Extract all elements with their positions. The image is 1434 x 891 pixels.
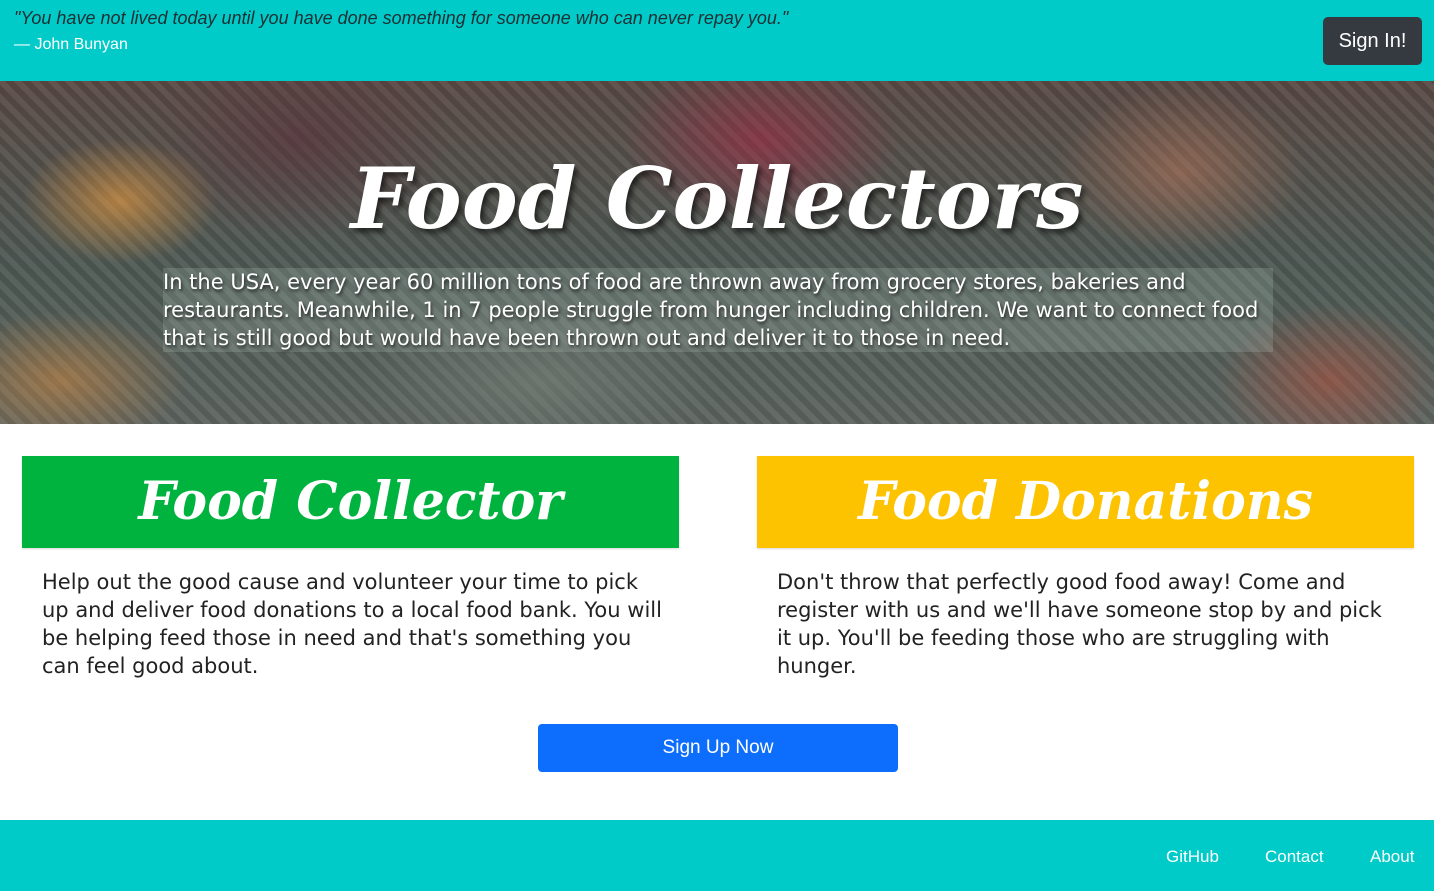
- food-donations-description: Don't throw that perfectly good food awa…: [777, 570, 1382, 678]
- header-quote: "You have not lived today until you have…: [14, 8, 789, 28]
- sign-up-now-button[interactable]: Sign Up Now: [538, 724, 898, 772]
- hero-title: Food Collectors: [350, 149, 1084, 248]
- footer-link-contact[interactable]: Contact: [1265, 847, 1324, 867]
- footer-link-about[interactable]: About: [1370, 847, 1414, 867]
- food-collector-card-header: Food Collector: [22, 456, 679, 548]
- footer-link-github[interactable]: GitHub: [1166, 847, 1219, 867]
- top-header: "You have not lived today until you have…: [0, 0, 1434, 81]
- food-donations-card-header: Food Donations: [757, 456, 1414, 548]
- food-collector-description: Help out the good cause and volunteer yo…: [42, 570, 662, 678]
- quote-author: — John Bunyan: [14, 36, 128, 53]
- hero-banner: Food Collectors In the USA, every year 6…: [0, 81, 1434, 424]
- sign-in-button[interactable]: Sign In!: [1323, 17, 1422, 65]
- site-footer: GitHub Contact About: [0, 820, 1434, 891]
- hero-description: In the USA, every year 60 million tons o…: [163, 268, 1273, 352]
